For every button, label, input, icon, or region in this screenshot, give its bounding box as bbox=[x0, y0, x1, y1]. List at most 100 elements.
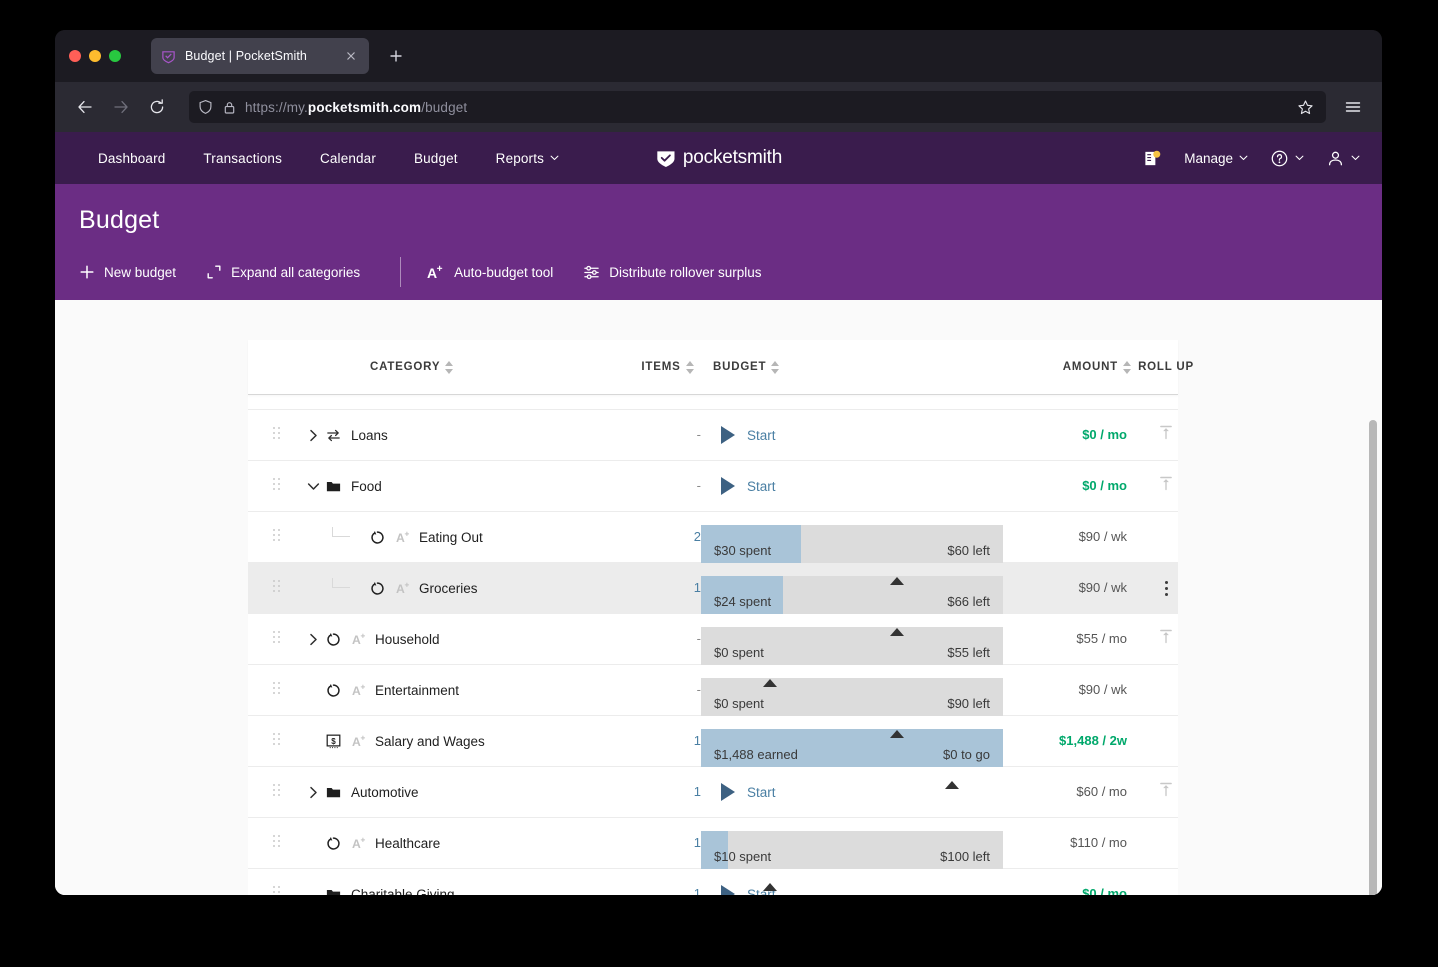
nav-item-transactions[interactable]: Transactions bbox=[184, 151, 301, 166]
drag-handle[interactable] bbox=[248, 886, 304, 895]
help-menu-button[interactable] bbox=[1270, 149, 1304, 168]
table-row[interactable]: AEntertainment-$0 spent$90 left$90 / wk bbox=[248, 665, 1178, 716]
table-row[interactable]: $ASalary and Wages1$1,488 earned$0 to go… bbox=[248, 716, 1178, 767]
bookmark-button[interactable] bbox=[1292, 94, 1318, 120]
budget-left-label: $60 left bbox=[947, 543, 990, 558]
start-budget-button[interactable]: Start bbox=[713, 783, 1021, 801]
reload-button[interactable] bbox=[141, 91, 173, 123]
table-row[interactable]: AEating Out2$30 spent$60 left$90 / wk bbox=[248, 512, 1178, 563]
items-count[interactable]: 1 bbox=[694, 886, 701, 895]
rollup-icon bbox=[1158, 628, 1174, 645]
table-row[interactable]: Loans-Start$0 / mo bbox=[248, 410, 1178, 461]
nav-item-calendar[interactable]: Calendar bbox=[301, 151, 395, 166]
sort-icon[interactable] bbox=[445, 361, 453, 374]
maximize-window-button[interactable] bbox=[109, 50, 121, 62]
drag-handle[interactable] bbox=[248, 835, 304, 851]
rollup-button[interactable] bbox=[1158, 781, 1174, 803]
category-type-icon bbox=[322, 683, 344, 698]
new-budget-button[interactable]: New budget bbox=[79, 258, 190, 286]
items-count[interactable]: 1 bbox=[694, 733, 701, 748]
svg-text:A: A bbox=[427, 265, 437, 281]
rollup-button[interactable] bbox=[1158, 628, 1174, 650]
drag-handle[interactable] bbox=[248, 784, 304, 800]
drag-handle[interactable] bbox=[248, 682, 304, 698]
budget-cell: Start bbox=[701, 477, 1021, 495]
svg-text:A: A bbox=[396, 531, 405, 545]
drag-handle[interactable] bbox=[248, 580, 304, 596]
expand-toggle[interactable] bbox=[304, 429, 322, 442]
table-row[interactable]: Food-Start$0 / mo bbox=[248, 461, 1178, 512]
notifications-button[interactable] bbox=[1143, 149, 1162, 168]
back-button[interactable] bbox=[69, 91, 101, 123]
lock-icon[interactable] bbox=[222, 100, 237, 115]
expand-toggle[interactable] bbox=[304, 481, 322, 492]
table-row[interactable]: AHousehold-$0 spent$55 left$55 / mo bbox=[248, 614, 1178, 665]
drag-handle[interactable] bbox=[248, 733, 304, 749]
sort-icon[interactable] bbox=[686, 361, 694, 374]
expand-all-categories-button[interactable]: Expand all categories bbox=[206, 258, 374, 286]
expand-toggle[interactable] bbox=[304, 786, 322, 799]
sort-icon[interactable] bbox=[1123, 361, 1131, 374]
chevron-right-icon bbox=[308, 429, 319, 442]
table-row[interactable]: AGroceries1$24 spent$66 left$90 / wk bbox=[248, 563, 1178, 614]
category-cell: $ASalary and Wages bbox=[304, 732, 634, 750]
column-header-items[interactable]: ITEMS bbox=[634, 361, 701, 374]
nav-item-budget[interactable]: Budget bbox=[395, 151, 477, 166]
shield-icon[interactable] bbox=[197, 99, 214, 116]
expand-toggle[interactable] bbox=[304, 633, 322, 646]
column-header-amount[interactable]: AMOUNT bbox=[1021, 361, 1131, 374]
browser-menu-button[interactable] bbox=[1338, 92, 1368, 122]
start-budget-button[interactable]: Start bbox=[713, 885, 1021, 895]
distribute-rollover-surplus-button[interactable]: Distribute rollover surplus bbox=[583, 258, 775, 287]
drag-handle[interactable] bbox=[248, 631, 304, 647]
column-header-category[interactable]: CATEGORY bbox=[304, 361, 634, 374]
column-header-rollup: ROLL UP bbox=[1131, 361, 1201, 373]
auto-budget-tool-button[interactable]: A Auto-budget tool bbox=[427, 258, 567, 287]
drag-handle[interactable] bbox=[248, 427, 304, 443]
nav-item-reports[interactable]: Reports bbox=[477, 151, 578, 166]
start-budget-button[interactable]: Start bbox=[713, 477, 1021, 495]
page-scrollbar[interactable] bbox=[1367, 300, 1379, 895]
table-row[interactable]: AHealthcare1$10 spent$100 left$110 / mo bbox=[248, 818, 1178, 869]
table-row[interactable]: Charitable Giving1Start$0 / mo bbox=[248, 869, 1178, 895]
rollup-cell bbox=[1131, 475, 1201, 497]
items-count[interactable]: 1 bbox=[694, 784, 701, 799]
close-window-button[interactable] bbox=[69, 50, 81, 62]
banknote-icon: $ bbox=[325, 733, 342, 749]
rollup-button[interactable] bbox=[1158, 475, 1174, 497]
amount-value: $60 / mo bbox=[1076, 784, 1131, 799]
category-name: Entertainment bbox=[375, 683, 459, 698]
chevron-down-icon bbox=[1351, 155, 1360, 161]
items-count[interactable]: 2 bbox=[694, 529, 701, 544]
rollup-button[interactable] bbox=[1158, 424, 1174, 446]
address-bar[interactable]: https://my.pocketsmith.com/budget bbox=[189, 91, 1326, 123]
account-menu-button[interactable] bbox=[1326, 149, 1360, 168]
forward-button[interactable] bbox=[105, 91, 137, 123]
chevron-right-icon bbox=[308, 633, 319, 646]
manage-menu-button[interactable]: Manage bbox=[1184, 151, 1248, 166]
new-tab-button[interactable] bbox=[385, 45, 407, 67]
nav-item-dashboard[interactable]: Dashboard bbox=[79, 151, 184, 166]
app-nav-links: Dashboard Transactions Calendar Budget R… bbox=[79, 151, 578, 166]
column-header-budget[interactable]: BUDGET bbox=[701, 361, 1021, 374]
drag-handle[interactable] bbox=[248, 478, 304, 494]
items-count[interactable]: 1 bbox=[694, 835, 701, 850]
amount-cell: $0 / mo bbox=[1021, 885, 1131, 895]
start-budget-button[interactable]: Start bbox=[713, 426, 1021, 444]
category-name: Household bbox=[375, 632, 440, 647]
items-count[interactable]: 1 bbox=[694, 580, 701, 595]
amount-value: $90 / wk bbox=[1079, 529, 1131, 544]
row-actions-menu-button[interactable] bbox=[1165, 581, 1168, 596]
hamburger-menu-icon bbox=[1343, 97, 1363, 117]
close-icon[interactable] bbox=[343, 48, 359, 64]
chevron-down-icon bbox=[307, 481, 320, 492]
minimize-window-button[interactable] bbox=[89, 50, 101, 62]
brand-logo[interactable]: pocketsmith bbox=[655, 147, 782, 169]
page-scrollbar-thumb[interactable] bbox=[1369, 420, 1377, 895]
browser-tab[interactable]: Budget | PocketSmith bbox=[151, 38, 369, 74]
budget-spent-label: $0 spent bbox=[714, 645, 764, 660]
budget-left-label: $90 left bbox=[947, 696, 990, 711]
sort-icon[interactable] bbox=[771, 361, 779, 374]
drag-handle[interactable] bbox=[248, 529, 304, 545]
table-row[interactable]: Automotive1Start$60 / mo bbox=[248, 767, 1178, 818]
